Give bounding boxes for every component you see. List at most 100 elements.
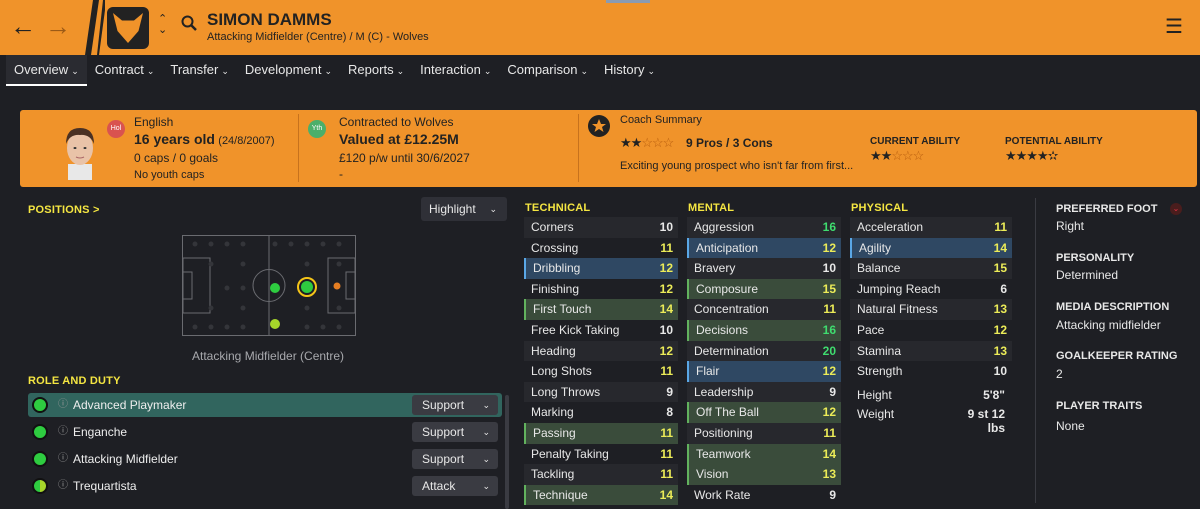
attribute-row[interactable]: Dribbling 12 [524, 258, 678, 279]
attribute-row[interactable]: Vision 13 [687, 464, 841, 485]
attribute-name: Passing [533, 425, 576, 440]
attribute-name: Work Rate [694, 487, 751, 502]
attribute-value: 12 [659, 261, 673, 276]
attribute-row[interactable]: First Touch 14 [524, 299, 678, 320]
attribute-value: 10 [659, 220, 673, 234]
tab-reports[interactable]: Reports ⌄ [340, 55, 412, 86]
player-face-icon[interactable] [58, 124, 102, 180]
attribute-value: 14 [822, 446, 836, 461]
role-row[interactable]: ⓘ Attacking Midfielder Support ⌄ [28, 447, 502, 471]
attribute-value: 14 [659, 302, 673, 317]
role-duty-header: ROLE AND DUTY [28, 375, 121, 387]
attribute-row[interactable]: Aggression 16 [687, 217, 841, 238]
attribute-row[interactable]: Concentration 11 [687, 299, 841, 320]
attribute-row[interactable]: Jumping Reach 6 [850, 279, 1012, 300]
technical-attributes: Corners 10 Crossing 11 Dribbling 12 Finishi… [524, 217, 678, 506]
attribute-row[interactable]: Composure 15 [687, 278, 841, 300]
club-crest-icon[interactable] [107, 7, 149, 49]
chevron-down-icon: ⌄ [396, 66, 405, 76]
attribute-row[interactable]: Determination 20 [687, 340, 841, 362]
attribute-name: Finishing [531, 281, 580, 296]
attribute-row[interactable]: Technique 14 [524, 484, 678, 506]
chevron-down-icon: ⌄ [483, 66, 492, 76]
attribute-row[interactable]: Free Kick Taking 10 [524, 320, 678, 341]
duty-dropdown[interactable]: Support ⌄ [412, 395, 498, 415]
attribute-row[interactable]: Tackling 11 [524, 464, 678, 485]
position-dot-mc[interactable] [270, 283, 280, 293]
player-name: SIMON DAMMS [207, 10, 332, 29]
tab-overview[interactable]: Overview ⌄ [6, 55, 87, 86]
position-dot-mr[interactable] [270, 319, 280, 329]
attribute-value: 15 [822, 281, 836, 296]
attribute-name: Bravery [694, 261, 736, 276]
tab-development[interactable]: Development ⌄ [237, 55, 340, 86]
positions-header[interactable]: POSITIONS > [28, 204, 100, 216]
role-row[interactable]: ⓘ Enganche Support ⌄ [28, 420, 502, 444]
arrow-right-icon[interactable]: → [45, 13, 71, 39]
attribute-row[interactable]: Natural Fitness 13 [850, 299, 1012, 320]
info-icon[interactable]: ⓘ [58, 447, 68, 471]
search-icon[interactable] [181, 15, 197, 31]
attribute-row[interactable]: Positioning 11 [687, 422, 841, 444]
attribute-row[interactable]: Passing 11 [524, 422, 678, 444]
contract-extra: - [339, 167, 343, 181]
weight-value: 9 st 12 lbs [967, 407, 1005, 435]
attribute-row[interactable]: Teamwork 14 [687, 443, 841, 465]
scrollbar[interactable] [505, 395, 509, 509]
attribute-row[interactable]: Stamina 13 [850, 340, 1012, 362]
current-ability-label: CURRENT ABILITY [870, 136, 961, 147]
tab-transfer[interactable]: Transfer ⌄ [162, 55, 236, 86]
attribute-row[interactable]: Strength 10 [850, 361, 1012, 382]
coach-pros-cons[interactable]: 9 Pros / 3 Cons [686, 136, 773, 150]
personality: Determined [1056, 268, 1119, 282]
attribute-row[interactable]: Leadership 9 [687, 381, 841, 403]
role-row[interactable]: ⓘ Advanced Playmaker Support ⌄ [28, 393, 502, 417]
attribute-row[interactable]: Long Shots 11 [524, 361, 678, 382]
attribute-row[interactable]: Agility 14 [850, 237, 1012, 259]
attribute-row[interactable]: Work Rate 9 [687, 485, 841, 506]
divider [1035, 198, 1036, 503]
attribute-row[interactable]: Bravery 10 [687, 258, 841, 279]
technical-header: TECHNICAL [525, 202, 591, 214]
attribute-name: Penalty Taking [531, 446, 609, 461]
tab-comparison[interactable]: Comparison ⌄ [499, 55, 596, 86]
duty-label: Support [422, 452, 465, 466]
duty-dropdown[interactable]: Attack ⌄ [412, 476, 498, 496]
duty-dropdown[interactable]: Support ⌄ [412, 422, 498, 442]
attribute-row[interactable]: Balance 15 [850, 258, 1012, 279]
attribute-name: Aggression [694, 220, 755, 234]
info-icon[interactable]: ⓘ [58, 474, 68, 498]
attribute-row[interactable]: Long Throws 9 [524, 381, 678, 403]
info-icon[interactable]: ⓘ [58, 420, 68, 444]
highlight-dropdown[interactable]: Highlight ⌄ [421, 197, 507, 221]
duty-dropdown[interactable]: Support ⌄ [412, 449, 498, 469]
tab-interaction[interactable]: Interaction ⌄ [412, 55, 499, 86]
attribute-row[interactable]: Penalty Taking 11 [524, 444, 678, 465]
attribute-row[interactable]: Off The Ball 12 [687, 402, 841, 423]
attribute-row[interactable]: Marking 8 [524, 402, 678, 423]
position-caption: Attacking Midfielder (Centre) [192, 349, 345, 363]
attribute-row[interactable]: Crossing 11 [524, 238, 678, 259]
player-switch-icon[interactable]: ⌃ ⌄ [158, 14, 167, 36]
tab-history[interactable]: History ⌄ [596, 55, 663, 86]
attribute-row[interactable]: Pace 12 [850, 320, 1012, 341]
tab-bar: Overview ⌄ Contract ⌄ Transfer ⌄ Developmen… [0, 55, 1200, 86]
tab-contract[interactable]: Contract ⌄ [87, 55, 163, 86]
attribute-row[interactable]: Finishing 12 [524, 279, 678, 300]
attribute-row[interactable]: Decisions 16 [687, 319, 841, 341]
attribute-value: 12 [822, 364, 836, 379]
position-dot-amc[interactable] [301, 281, 313, 293]
attribute-row[interactable]: Flair 12 [687, 361, 841, 382]
nationality: English [134, 115, 174, 129]
info-icon[interactable]: ⓘ [58, 393, 68, 417]
attribute-value: 12 [659, 281, 673, 296]
attribute-row[interactable]: Heading 12 [524, 340, 678, 362]
attribute-row[interactable]: Corners 10 [524, 217, 678, 238]
role-row[interactable]: ⓘ Trequartista Attack ⌄ [28, 474, 502, 498]
attribute-row[interactable]: Acceleration 11 [850, 217, 1012, 238]
hamburger-icon[interactable]: ☰ [1161, 14, 1187, 40]
chevron-down-icon[interactable]: ⌄ [1170, 203, 1182, 215]
position-dot-st[interactable] [333, 282, 341, 290]
attribute-row[interactable]: Anticipation 12 [687, 237, 841, 259]
arrow-left-icon[interactable]: ← [10, 13, 36, 39]
